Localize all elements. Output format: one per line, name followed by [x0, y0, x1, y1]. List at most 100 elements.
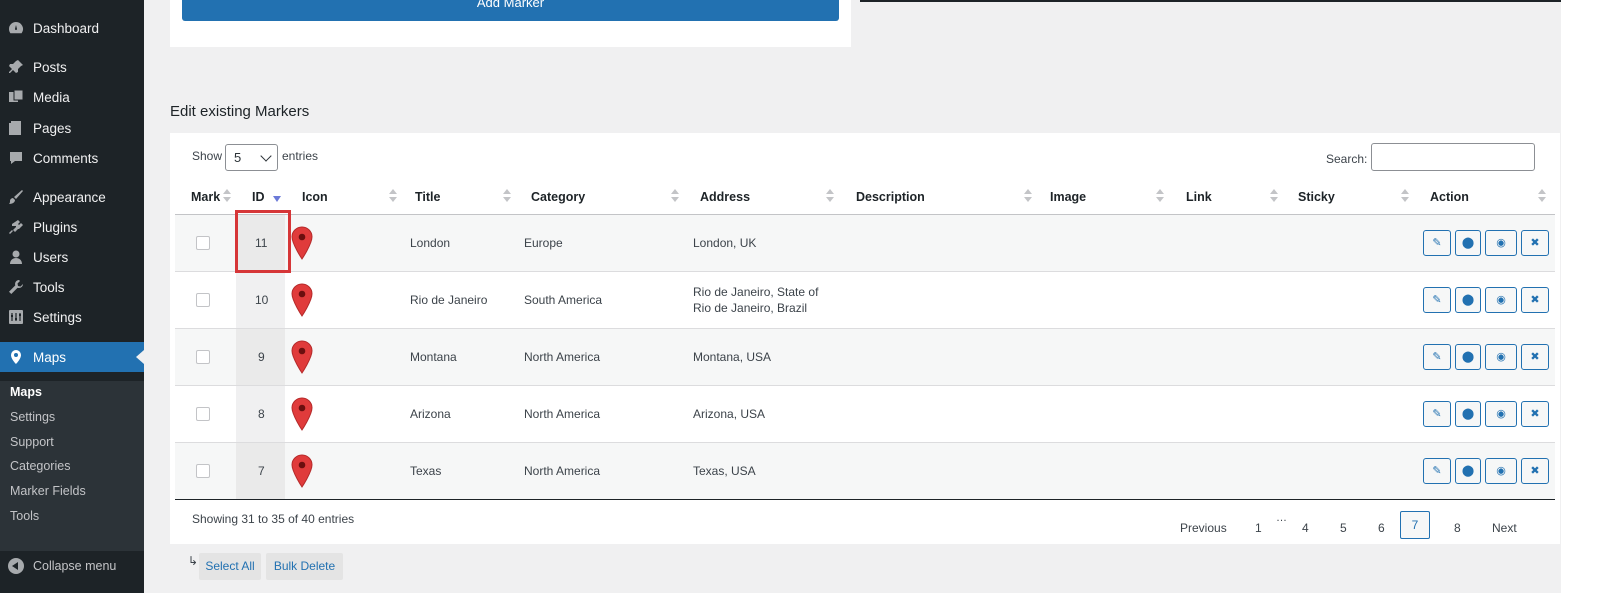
paintbrush-icon	[8, 189, 24, 205]
locate-marker-button[interactable]: ⬤	[1455, 401, 1481, 427]
pin-icon	[8, 59, 24, 75]
pagination-page[interactable]: 8	[1454, 521, 1461, 535]
column-header-icon[interactable]: Icon	[302, 190, 328, 204]
search-input[interactable]	[1371, 143, 1535, 171]
view-marker-button[interactable]: ◉	[1485, 344, 1517, 370]
sidebar-item-settings[interactable]: Settings	[0, 302, 144, 332]
row-checkbox[interactable]	[196, 407, 210, 421]
column-header-action[interactable]: Action	[1430, 190, 1469, 204]
marker-title: London	[410, 236, 451, 250]
media-icon	[8, 89, 24, 105]
view-marker-button[interactable]: ◉	[1485, 287, 1517, 313]
locate-marker-button[interactable]: ⬤	[1455, 230, 1481, 256]
column-header-mark[interactable]: Mark	[191, 190, 220, 204]
table-row: 10 Rio de Janeiro South America Rio de J…	[175, 272, 1555, 329]
pagination-page[interactable]: 5	[1340, 521, 1347, 535]
view-marker-button[interactable]: ◉	[1485, 458, 1517, 484]
column-header-sticky[interactable]: Sticky	[1298, 190, 1335, 204]
entries-label: entries	[282, 149, 319, 163]
row-checkbox[interactable]	[196, 464, 210, 478]
entries-per-page-value: 5	[234, 150, 242, 165]
row-checkbox[interactable]	[196, 350, 210, 364]
edit-marker-button[interactable]: ✎	[1423, 344, 1451, 370]
map-marker-icon: ⬤	[1461, 465, 1475, 477]
locate-marker-button[interactable]: ⬤	[1455, 344, 1481, 370]
column-header-id[interactable]: ID	[252, 190, 265, 204]
view-marker-button[interactable]: ◉	[1485, 401, 1517, 427]
locate-marker-button[interactable]: ⬤	[1455, 287, 1481, 313]
pagination-page[interactable]: 4	[1302, 521, 1309, 535]
dashboard-icon	[8, 20, 24, 36]
sort-icon	[503, 189, 511, 203]
edit-marker-button[interactable]: ✎	[1423, 401, 1451, 427]
submenu-item-marker-fields[interactable]: Marker Fields	[10, 484, 86, 498]
row-checkbox[interactable]	[196, 293, 210, 307]
sidebar-item-dashboard[interactable]: Dashboard	[0, 13, 144, 43]
pagination-page[interactable]: 1	[1255, 521, 1262, 535]
pagination-previous[interactable]: Previous	[1180, 521, 1227, 535]
right-margin	[1561, 0, 1603, 593]
pages-icon	[8, 120, 24, 136]
submenu-item-tools[interactable]: Tools	[10, 509, 39, 523]
sidebar-item-label: Plugins	[33, 219, 78, 235]
view-marker-button[interactable]: ◉	[1485, 230, 1517, 256]
address-line: Arizona, USA	[693, 407, 766, 421]
submenu-item-maps[interactable]: Maps	[10, 385, 42, 399]
delete-marker-button[interactable]: ✖	[1521, 230, 1549, 256]
entries-per-page-select[interactable]: 5	[225, 144, 278, 171]
sidebar-item-users[interactable]: Users	[0, 242, 144, 272]
map-marker-icon	[291, 397, 313, 431]
collapse-menu-button[interactable]: Collapse menu	[0, 552, 144, 580]
delete-marker-button[interactable]: ✖	[1521, 287, 1549, 313]
sidebar-item-pages[interactable]: Pages	[0, 113, 144, 143]
sort-icon	[1270, 189, 1278, 203]
eye-icon: ◉	[1496, 237, 1506, 249]
column-header-address[interactable]: Address	[700, 190, 750, 204]
sidebar-item-tools[interactable]: Tools	[0, 272, 144, 302]
delete-marker-button[interactable]: ✖	[1521, 344, 1549, 370]
sidebar-item-posts[interactable]: Posts	[0, 52, 144, 82]
edit-marker-button[interactable]: ✎	[1423, 230, 1451, 256]
address-line: Texas, USA	[693, 464, 756, 478]
select-all-button[interactable]: Select All	[199, 553, 261, 580]
marker-address: Texas, USA	[693, 463, 756, 479]
marker-title: Texas	[410, 464, 442, 478]
column-header-link[interactable]: Link	[1186, 190, 1212, 204]
locate-marker-button[interactable]: ⬤	[1455, 458, 1481, 484]
row-checkbox[interactable]	[196, 236, 210, 250]
edit-marker-button[interactable]: ✎	[1423, 287, 1451, 313]
column-header-description[interactable]: Description	[856, 190, 925, 204]
sort-icon	[1156, 189, 1164, 203]
submenu-item-categories[interactable]: Categories	[10, 459, 70, 473]
marker-id: 8	[258, 407, 265, 421]
delete-marker-button[interactable]: ✖	[1521, 401, 1549, 427]
delete-marker-button[interactable]: ✖	[1521, 458, 1549, 484]
sidebar-item-media[interactable]: Media	[0, 82, 144, 112]
plugins-icon	[8, 219, 24, 235]
sidebar-item-comments[interactable]: Comments	[0, 143, 144, 173]
pagination-current-page[interactable]: 7	[1400, 511, 1430, 539]
submenu-item-settings[interactable]: Settings	[10, 410, 55, 424]
marker-category: South America	[524, 293, 603, 307]
add-marker-button[interactable]: Add Marker	[182, 0, 839, 21]
bulk-delete-button[interactable]: Bulk Delete	[266, 553, 343, 580]
pagination-next[interactable]: Next	[1492, 521, 1517, 535]
sort-icon	[671, 189, 679, 203]
edit-marker-button[interactable]: ✎	[1423, 458, 1451, 484]
marker-category: North America	[524, 464, 601, 478]
sidebar-item-appearance[interactable]: Appearance	[0, 182, 144, 212]
column-header-image[interactable]: Image	[1050, 190, 1086, 204]
map-marker-icon	[291, 454, 313, 488]
map-marker-icon	[291, 283, 313, 317]
column-header-category[interactable]: Category	[531, 190, 585, 204]
sort-icon	[826, 189, 834, 203]
sort-icon	[389, 189, 397, 203]
delete-icon: ✖	[1530, 351, 1540, 363]
pagination-page[interactable]: 6	[1378, 521, 1385, 535]
sidebar-item-plugins[interactable]: Plugins	[0, 212, 144, 242]
top-border-line	[860, 0, 1561, 2]
submenu-item-support[interactable]: Support	[10, 435, 54, 449]
column-header-title[interactable]: Title	[415, 190, 440, 204]
marker-id: 10	[255, 293, 269, 307]
sidebar-item-maps[interactable]: Maps	[0, 342, 144, 372]
